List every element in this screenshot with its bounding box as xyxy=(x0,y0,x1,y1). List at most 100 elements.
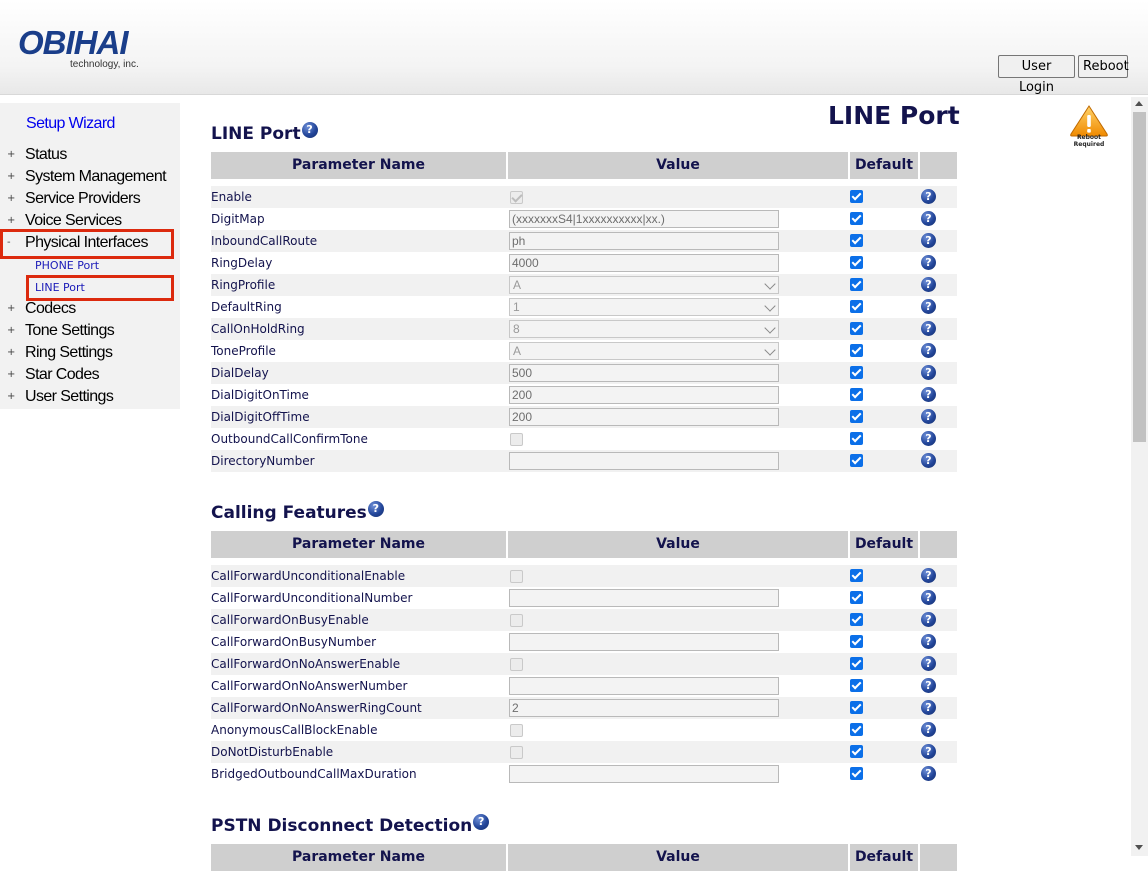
help-icon[interactable]: ? xyxy=(921,612,936,627)
table-row: CallForwardOnBusyEnable? xyxy=(211,609,957,631)
value-input[interactable]: 2 xyxy=(509,699,779,717)
value-checkbox[interactable] xyxy=(510,724,523,737)
value-checkbox[interactable] xyxy=(510,614,523,627)
help-icon[interactable]: ? xyxy=(921,255,936,270)
default-checkbox[interactable] xyxy=(850,679,863,692)
sidebar-item-service-providers[interactable]: + Service Providers xyxy=(0,188,180,210)
value-select[interactable]: 8 xyxy=(509,320,779,338)
default-checkbox[interactable] xyxy=(850,432,863,445)
help-icon[interactable]: ? xyxy=(921,189,936,204)
value-input[interactable] xyxy=(509,765,779,783)
default-checkbox[interactable] xyxy=(850,613,863,626)
default-checkbox[interactable] xyxy=(850,591,863,604)
default-checkbox[interactable] xyxy=(850,657,863,670)
sidebar-item-ring-settings[interactable]: + Ring Settings xyxy=(0,342,180,364)
default-checkbox[interactable] xyxy=(850,767,863,780)
value-select[interactable]: 1 xyxy=(509,298,779,316)
help-icon[interactable]: ? xyxy=(921,766,936,781)
scrollbar-thumb[interactable] xyxy=(1133,112,1146,442)
value-input[interactable]: 4000 xyxy=(509,254,779,272)
help-icon[interactable]: ? xyxy=(921,700,936,715)
sidebar-item-codecs[interactable]: + Codecs xyxy=(0,298,180,320)
help-icon[interactable]: ? xyxy=(367,501,384,517)
default-checkbox[interactable] xyxy=(850,300,863,313)
sidebar-item-star-codes[interactable]: + Star Codes xyxy=(0,364,180,386)
default-checkbox[interactable] xyxy=(850,410,863,423)
default-checkbox[interactable] xyxy=(850,344,863,357)
expand-icon[interactable]: + xyxy=(7,188,17,210)
help-icon[interactable]: ? xyxy=(301,122,318,138)
help-icon[interactable]: ? xyxy=(921,343,936,358)
sidebar-setup-wizard[interactable]: Setup Wizard xyxy=(0,113,180,135)
value-input[interactable] xyxy=(509,677,779,695)
table-header: Parameter Name Value Default xyxy=(211,531,957,558)
default-checkbox[interactable] xyxy=(850,234,863,247)
expand-icon[interactable]: + xyxy=(7,364,17,386)
help-icon[interactable]: ? xyxy=(921,321,936,336)
value-input[interactable] xyxy=(509,589,779,607)
help-icon[interactable]: ? xyxy=(921,431,936,446)
default-checkbox[interactable] xyxy=(850,569,863,582)
help-icon[interactable]: ? xyxy=(921,634,936,649)
help-icon[interactable]: ? xyxy=(921,656,936,671)
help-icon[interactable]: ? xyxy=(921,387,936,402)
default-checkbox[interactable] xyxy=(850,322,863,335)
default-checkbox[interactable] xyxy=(850,366,863,379)
help-icon[interactable]: ? xyxy=(921,678,936,693)
value-select[interactable]: A xyxy=(509,276,779,294)
value-input[interactable] xyxy=(509,633,779,651)
scroll-down-arrow-icon[interactable] xyxy=(1135,845,1143,850)
reboot-button[interactable]: Reboot xyxy=(1078,55,1129,78)
help-icon[interactable]: ? xyxy=(921,233,936,248)
value-checkbox[interactable] xyxy=(510,570,523,583)
sidebar-item-tone-settings[interactable]: + Tone Settings xyxy=(0,320,180,342)
help-icon[interactable]: ? xyxy=(921,299,936,314)
help-icon[interactable]: ? xyxy=(921,365,936,380)
help-icon[interactable]: ? xyxy=(921,744,936,759)
value-input[interactable]: ph xyxy=(509,232,779,250)
help-icon[interactable]: ? xyxy=(921,409,936,424)
default-checkbox[interactable] xyxy=(850,388,863,401)
value-input[interactable]: (xxxxxxxS4|1xxxxxxxxxx|xx.) xyxy=(509,210,779,228)
value-input[interactable]: 200 xyxy=(509,408,779,426)
default-checkbox[interactable] xyxy=(850,256,863,269)
help-icon[interactable]: ? xyxy=(921,453,936,468)
default-checkbox[interactable] xyxy=(850,745,863,758)
setup-wizard-link[interactable]: Setup Wizard xyxy=(26,113,115,135)
default-checkbox[interactable] xyxy=(850,701,863,714)
help-icon[interactable]: ? xyxy=(921,722,936,737)
expand-icon[interactable]: + xyxy=(7,298,17,320)
expand-icon[interactable]: + xyxy=(7,342,17,364)
value-input[interactable]: 500 xyxy=(509,364,779,382)
value-checkbox[interactable] xyxy=(510,191,523,204)
value-checkbox[interactable] xyxy=(510,746,523,759)
default-checkbox[interactable] xyxy=(850,635,863,648)
scroll-up-arrow-icon[interactable] xyxy=(1135,101,1143,106)
help-icon[interactable]: ? xyxy=(921,211,936,226)
value-input[interactable]: 200 xyxy=(509,386,779,404)
page-title: LINE Port xyxy=(828,101,960,130)
default-checkbox[interactable] xyxy=(850,190,863,203)
expand-icon[interactable]: + xyxy=(7,166,17,188)
value-input[interactable] xyxy=(509,452,779,470)
value-checkbox[interactable] xyxy=(510,658,523,671)
help-icon[interactable]: ? xyxy=(921,568,936,583)
default-checkbox[interactable] xyxy=(850,454,863,467)
user-login-button[interactable]: User Login xyxy=(998,55,1075,95)
expand-icon[interactable]: + xyxy=(7,320,17,342)
help-icon[interactable]: ? xyxy=(921,277,936,292)
default-checkbox[interactable] xyxy=(850,278,863,291)
default-checkbox[interactable] xyxy=(850,723,863,736)
sidebar-item-status[interactable]: + Status xyxy=(0,144,180,166)
help-icon[interactable]: ? xyxy=(473,814,490,830)
expand-icon[interactable]: + xyxy=(7,386,17,408)
help-icon[interactable]: ? xyxy=(921,590,936,605)
sidebar-item-user-settings[interactable]: + User Settings xyxy=(0,386,180,408)
value-select[interactable]: A xyxy=(509,342,779,360)
default-checkbox[interactable] xyxy=(850,212,863,225)
expand-icon[interactable]: + xyxy=(7,144,17,166)
table-row: OutboundCallConfirmTone? xyxy=(211,428,957,450)
value-checkbox[interactable] xyxy=(510,433,523,446)
sidebar-subitem-phone-port[interactable]: PHONE Port xyxy=(35,256,99,276)
sidebar-item-system-management[interactable]: + System Management xyxy=(0,166,180,188)
